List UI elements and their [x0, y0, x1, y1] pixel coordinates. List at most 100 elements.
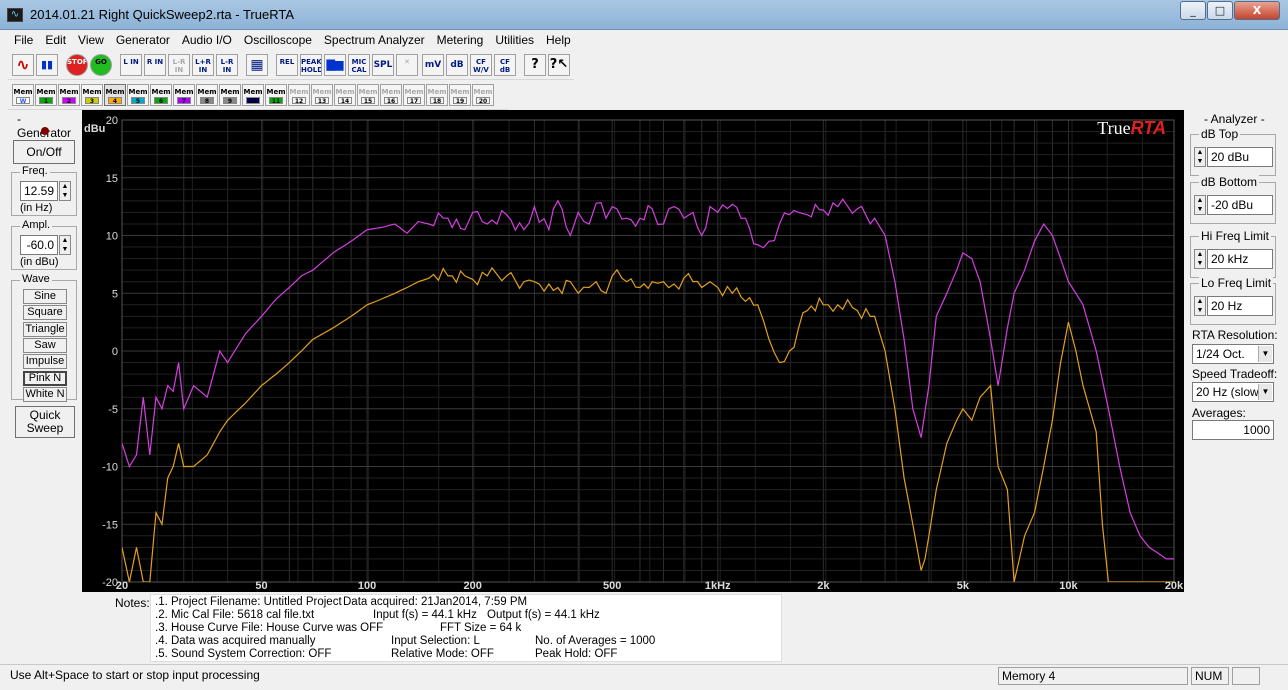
menu-file[interactable]: File — [8, 30, 39, 50]
freq-input[interactable]: 12.59 — [20, 181, 58, 201]
menu-audio-i-o[interactable]: Audio I/O — [176, 30, 238, 50]
wave-triangle-button[interactable]: Triangle — [23, 321, 67, 337]
menu-edit[interactable]: Edit — [39, 30, 72, 50]
wave-pink-n-button[interactable]: Pink N — [23, 370, 67, 386]
resolution-label: RTA Resolution: — [1192, 328, 1278, 342]
context-help-button[interactable]: ?↖ — [548, 54, 570, 76]
chevron-down-icon[interactable]: ▼ — [1258, 346, 1272, 362]
notes-label: Notes: — [115, 596, 150, 610]
spl-button[interactable]: SPL — [372, 54, 394, 76]
lmr-in-button[interactable]: L-R IN — [216, 54, 238, 76]
menu-help[interactable]: Help — [540, 30, 577, 50]
memory-button-7[interactable]: Mem 7 — [173, 84, 195, 106]
go-button[interactable]: GO — [90, 54, 112, 76]
freq-group: Freq. 12.59 ▲ ▼ (in Hz) — [11, 165, 77, 216]
memory-button-19[interactable]: Mem 19 — [449, 84, 471, 106]
minimize-button[interactable]: _ — [1180, 1, 1206, 20]
lofreq-spinner[interactable]: ▲ ▼ — [1194, 296, 1206, 316]
memory-button-11[interactable]: Mem 11 — [265, 84, 287, 106]
sine-wave-icon[interactable]: ∿ — [12, 54, 34, 76]
memory-button-3[interactable]: Mem 3 — [81, 84, 103, 106]
stop-button[interactable]: STOP — [66, 54, 88, 76]
hifreq-spinner[interactable]: ▲ ▼ — [1194, 249, 1206, 269]
menu-view[interactable]: View — [72, 30, 110, 50]
y-tick-label: -15 — [102, 519, 118, 531]
memory-prefix: Mem — [335, 88, 355, 96]
hifreq-input[interactable]: 20 kHz — [1207, 249, 1273, 269]
spectrum-graph[interactable]: 20 15 10 5 0 -5 -10 -15 -20 dBu 20 50 100 200 500 1kHz 2… — [82, 110, 1184, 592]
generator-onoff-button[interactable]: On/Off — [13, 140, 75, 164]
averages-input[interactable]: 1000 — [1192, 420, 1274, 440]
memory-button-14[interactable]: Mem 14 — [334, 84, 356, 106]
memory-prefix: Mem — [220, 88, 240, 96]
bars-button[interactable]: ▇▆ — [324, 54, 346, 76]
help-button[interactable]: ? — [524, 54, 546, 76]
memory-button-20[interactable]: Mem 20 — [472, 84, 494, 106]
memory-button-10[interactable]: Mem 10 — [242, 84, 264, 106]
memory-button-16[interactable]: Mem 16 — [380, 84, 402, 106]
spectrum-icon[interactable]: ▮▮ — [36, 54, 58, 76]
mic-cal-button[interactable]: MIC CAL — [348, 54, 370, 76]
menu-spectrum-analyzer[interactable]: Spectrum Analyzer — [318, 30, 431, 50]
r-in-button[interactable]: R IN — [144, 54, 166, 76]
mv-button[interactable]: mV — [422, 54, 444, 76]
close-button[interactable]: X — [1234, 1, 1280, 20]
rel-button[interactable]: REL — [276, 54, 298, 76]
memory-button-8[interactable]: Mem 8 — [196, 84, 218, 106]
chevron-down-icon[interactable]: ▼ — [1258, 384, 1272, 400]
memory-button-2[interactable]: Mem 2 — [58, 84, 80, 106]
menu-generator[interactable]: Generator — [110, 30, 176, 50]
memory-prefix: Mem — [151, 88, 171, 96]
cf-wv-button[interactable]: CF W/V — [470, 54, 492, 76]
memory-button-15[interactable]: Mem 15 — [357, 84, 379, 106]
l-r-in-button[interactable]: L-R IN — [168, 54, 190, 76]
freq-spinner[interactable]: ▲ ▼ — [59, 181, 71, 201]
memory-button-6[interactable]: Mem 6 — [150, 84, 172, 106]
memory-button-5[interactable]: Mem 5 — [127, 84, 149, 106]
analyzer-panel: - Analyzer - dB Top ▲ ▼ 20 dBu dB Bottom … — [1190, 110, 1280, 440]
lofreq-group: Lo Freq Limit ▲ ▼ 20 Hz — [1190, 276, 1276, 325]
app-icon[interactable]: ∿ — [7, 8, 23, 22]
speed-select[interactable]: 20 Hz (slow) ▼ — [1192, 382, 1274, 402]
lofreq-input[interactable]: 20 Hz — [1207, 296, 1273, 316]
dbbottom-input[interactable]: -20 dBu — [1207, 195, 1273, 215]
memory-prefix: Mem — [289, 88, 309, 96]
lr-in-button[interactable]: L+R IN — [192, 54, 214, 76]
wave-white-n-button[interactable]: White N — [23, 386, 67, 402]
ampl-spinner[interactable]: ▲ ▼ — [59, 235, 71, 255]
db-button[interactable]: dB — [446, 54, 468, 76]
memory-button-w[interactable]: Mem W — [12, 84, 34, 106]
menu-metering[interactable]: Metering — [431, 30, 490, 50]
grid — [121, 119, 1175, 583]
dbtop-input[interactable]: 20 dBu — [1207, 147, 1273, 167]
memory-button-17[interactable]: Mem 17 — [403, 84, 425, 106]
wave-sine-button[interactable]: Sine — [23, 289, 67, 304]
menu-oscilloscope[interactable]: Oscilloscope — [238, 30, 318, 50]
x-button[interactable]: ✕ — [396, 54, 418, 76]
menu-utilities[interactable]: Utilities — [489, 30, 540, 50]
cf-db-button[interactable]: CF dB — [494, 54, 516, 76]
l-in-button[interactable]: L IN — [120, 54, 142, 76]
wave-saw-button[interactable]: Saw — [23, 337, 67, 353]
dbbottom-spinner[interactable]: ▲ ▼ — [1194, 195, 1206, 215]
memory-button-4[interactable]: Mem 4 — [104, 84, 126, 106]
resolution-select[interactable]: 1/24 Oct. ▼ — [1192, 344, 1274, 364]
grid-button[interactable]: ▦ — [246, 54, 268, 76]
maximize-button[interactable]: □ — [1207, 1, 1233, 20]
notes-box[interactable]: Data acquired: 21Jan2014, 7:59 PM Input … — [150, 594, 782, 662]
wave-square-button[interactable]: Square — [23, 305, 67, 321]
spectrum-chart[interactable]: 20151050-5-10-15-20dBu20 50 100 200 500 1kHz 2… — [82, 110, 1184, 592]
x-tick-label: 200 — [463, 580, 481, 592]
memory-button-9[interactable]: Mem 9 — [219, 84, 241, 106]
memory-button-1[interactable]: Mem 1 — [35, 84, 57, 106]
quick-sweep-button[interactable]: Quick Sweep — [15, 406, 75, 438]
memory-button-13[interactable]: Mem 13 — [311, 84, 333, 106]
peak-hold-button[interactable]: PEAK HOLD — [300, 54, 322, 76]
dbtop-spinner[interactable]: ▲ ▼ — [1194, 147, 1206, 167]
ampl-input[interactable]: -60.0 — [20, 235, 58, 255]
memory-prefix: Mem — [128, 88, 148, 96]
memory-button-12[interactable]: Mem 12 — [288, 84, 310, 106]
dbtop-group: dB Top ▲ ▼ 20 dBu — [1190, 127, 1276, 176]
memory-button-18[interactable]: Mem 18 — [426, 84, 448, 106]
wave-impulse-button[interactable]: Impulse — [23, 354, 67, 370]
